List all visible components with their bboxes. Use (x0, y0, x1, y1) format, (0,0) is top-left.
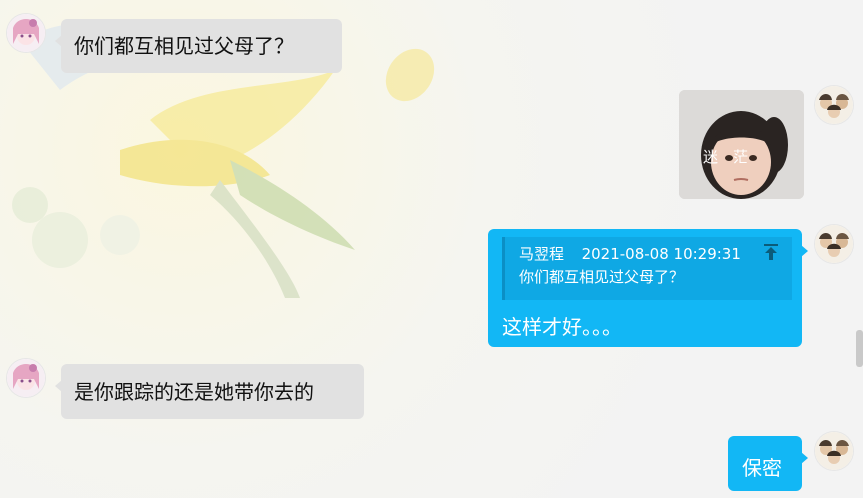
message-bubble-right[interactable]: 保密 (728, 436, 808, 491)
quote-sender: 马翌程 (519, 245, 565, 263)
image-caption: 迷 茫 (703, 148, 749, 166)
my-avatar[interactable] (815, 86, 853, 124)
message-text: 这样才好。。。 (502, 315, 622, 339)
message-text: 是你跟踪的还是她带你去的 (74, 380, 314, 404)
message-text: 保密 (742, 456, 782, 480)
message-bubble-left[interactable]: 你们都互相见过父母了？ (55, 19, 342, 73)
message-bubble-left[interactable]: 是你跟踪的还是她带你去的 (55, 364, 364, 419)
my-avatar[interactable] (815, 225, 853, 263)
sent-image[interactable]: 迷 茫 (679, 90, 804, 199)
scrollbar-thumb[interactable] (856, 330, 863, 367)
quoted-message[interactable]: 马翌程 2021-08-08 10:29:31 你们都互相见过父母了？ (502, 237, 792, 300)
contact-avatar[interactable] (7, 359, 45, 397)
contact-avatar[interactable] (7, 14, 45, 52)
jump-to-quote-arrow-icon[interactable] (762, 243, 780, 261)
quote-timestamp: 2021-08-08 10:29:31 (581, 245, 741, 263)
quote-header: 马翌程 2021-08-08 10:29:31 (519, 243, 741, 264)
message-text: 你们都互相见过父母了？ (74, 34, 294, 58)
quote-text: 你们都互相见过父母了？ (519, 268, 685, 286)
my-avatar[interactable] (815, 432, 853, 470)
reply-message-bubble[interactable]: 马翌程 2021-08-08 10:29:31 你们都互相见过父母了？ 这样才好… (488, 229, 808, 347)
